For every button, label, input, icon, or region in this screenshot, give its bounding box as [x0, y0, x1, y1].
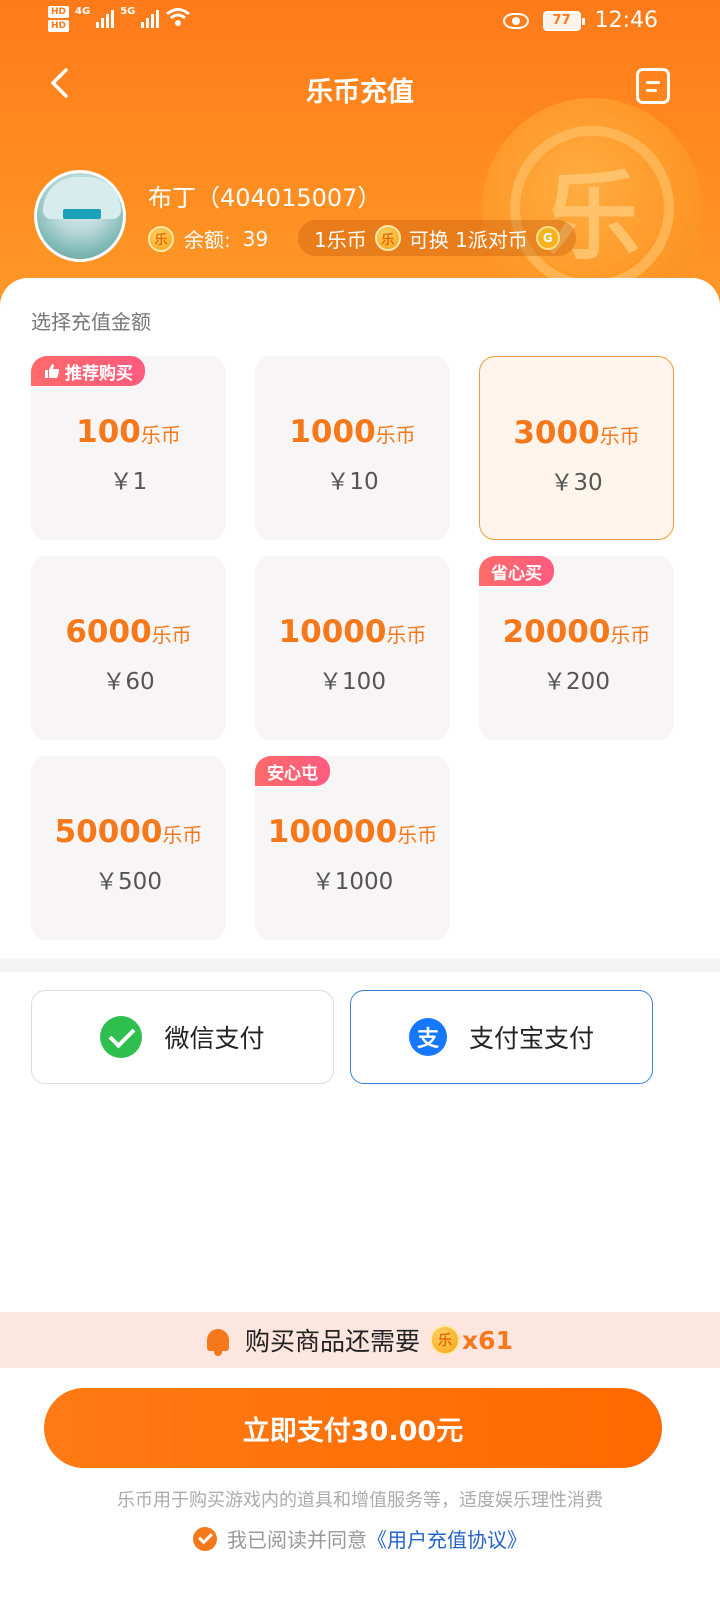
rate-left: 1乐币: [314, 227, 367, 252]
page-title: 乐币充值: [306, 77, 414, 108]
price: ￥500: [95, 869, 162, 895]
bell-icon: [207, 1329, 230, 1356]
rate-mid: 可换 1派对币: [408, 227, 528, 252]
price: ￥200: [543, 669, 610, 695]
agreement-row: 我已阅读并同意 《用户充值协议》: [0, 1524, 720, 1553]
agree-prefix: 我已阅读并同意: [227, 1528, 367, 1552]
hd-indicator-1: HD: [48, 6, 70, 18]
footer-note: 乐币用于购买游戏内的道具和增值服务等，适度娱乐理性消费: [117, 1490, 603, 1511]
signal-icon: [96, 6, 115, 28]
le-coin-icon: 乐: [430, 1325, 461, 1355]
alipay-button[interactable]: 支 支付宝支付: [350, 990, 653, 1084]
signal-icon-2: [141, 6, 160, 28]
wifi-icon: [166, 8, 191, 26]
user-agreement-link[interactable]: 《用户充值协议》: [367, 1524, 527, 1553]
balance-label: 余额:: [184, 228, 231, 252]
amount-option-20000[interactable]: 省心买 20000乐币 ￥200: [479, 556, 674, 740]
order-history-icon[interactable]: [636, 68, 670, 104]
battery-icon: 77: [542, 10, 585, 31]
agree-checkbox-icon[interactable]: [193, 1526, 217, 1551]
le-coin-icon: 乐: [148, 225, 174, 252]
status-bar: HD HD 4G 5G 77 12:46: [0, 0, 720, 46]
amount-option-100[interactable]: 推荐购买 100乐币 ￥1: [31, 356, 226, 540]
party-coin-icon: G: [535, 226, 560, 250]
hd-indicator-2: HD: [48, 20, 70, 32]
network-5g-label: 5G: [120, 6, 136, 17]
price: ￥10: [326, 469, 379, 495]
coins-needed-notice: 购买商品还需要 乐 x61: [0, 1312, 720, 1368]
clock: 12:46: [594, 8, 658, 33]
amount-option-50000[interactable]: 50000乐币 ￥500: [31, 756, 226, 940]
notice-text: 购买商品还需要: [245, 1327, 421, 1356]
thumbs-up-icon: [45, 364, 60, 378]
amount-option-3000[interactable]: 3000乐币 ￥30: [479, 356, 674, 540]
amount-option-10000[interactable]: 10000乐币 ￥100: [255, 556, 450, 740]
badge-recommended: 推荐购买: [31, 356, 145, 386]
network-4g-label: 4G: [75, 6, 91, 17]
price: ￥1: [109, 469, 148, 495]
wechat-pay-button[interactable]: 微信支付: [31, 990, 334, 1084]
badge-worry-free: 省心买: [479, 556, 554, 586]
alipay-icon: 支: [408, 1018, 447, 1056]
le-coin-icon: 乐: [374, 225, 401, 251]
exchange-rate-pill: 1乐币 乐 可换 1派对币 G: [298, 220, 576, 256]
wechat-pay-label: 微信支付: [164, 1024, 265, 1053]
user-name: 布丁（404015007）: [148, 184, 382, 212]
avatar: [34, 170, 126, 262]
pay-now-button[interactable]: 立即支付30.00元: [44, 1388, 662, 1468]
section-divider: [0, 958, 720, 972]
amount-option-6000[interactable]: 6000乐币 ￥60: [31, 556, 226, 740]
balance-value: 39: [242, 226, 269, 251]
section-label: 选择充值金额: [31, 310, 151, 334]
price: ￥100: [319, 669, 386, 695]
amount-option-100000[interactable]: 安心屯 100000乐币 ￥1000: [255, 756, 450, 940]
eye-comfort-icon: [502, 12, 529, 29]
amount-option-1000[interactable]: 1000乐币 ￥10: [255, 356, 450, 540]
wechat-icon: [100, 1016, 143, 1058]
price: ￥60: [102, 669, 155, 695]
price: ￥30: [550, 470, 603, 496]
alipay-label: 支付宝支付: [468, 1024, 594, 1053]
balance-row: 乐 余额: 39: [148, 224, 268, 253]
badge-stock-up: 安心屯: [255, 756, 330, 786]
price: ￥1000: [311, 869, 394, 895]
coins-needed-count: x61: [462, 1325, 513, 1355]
